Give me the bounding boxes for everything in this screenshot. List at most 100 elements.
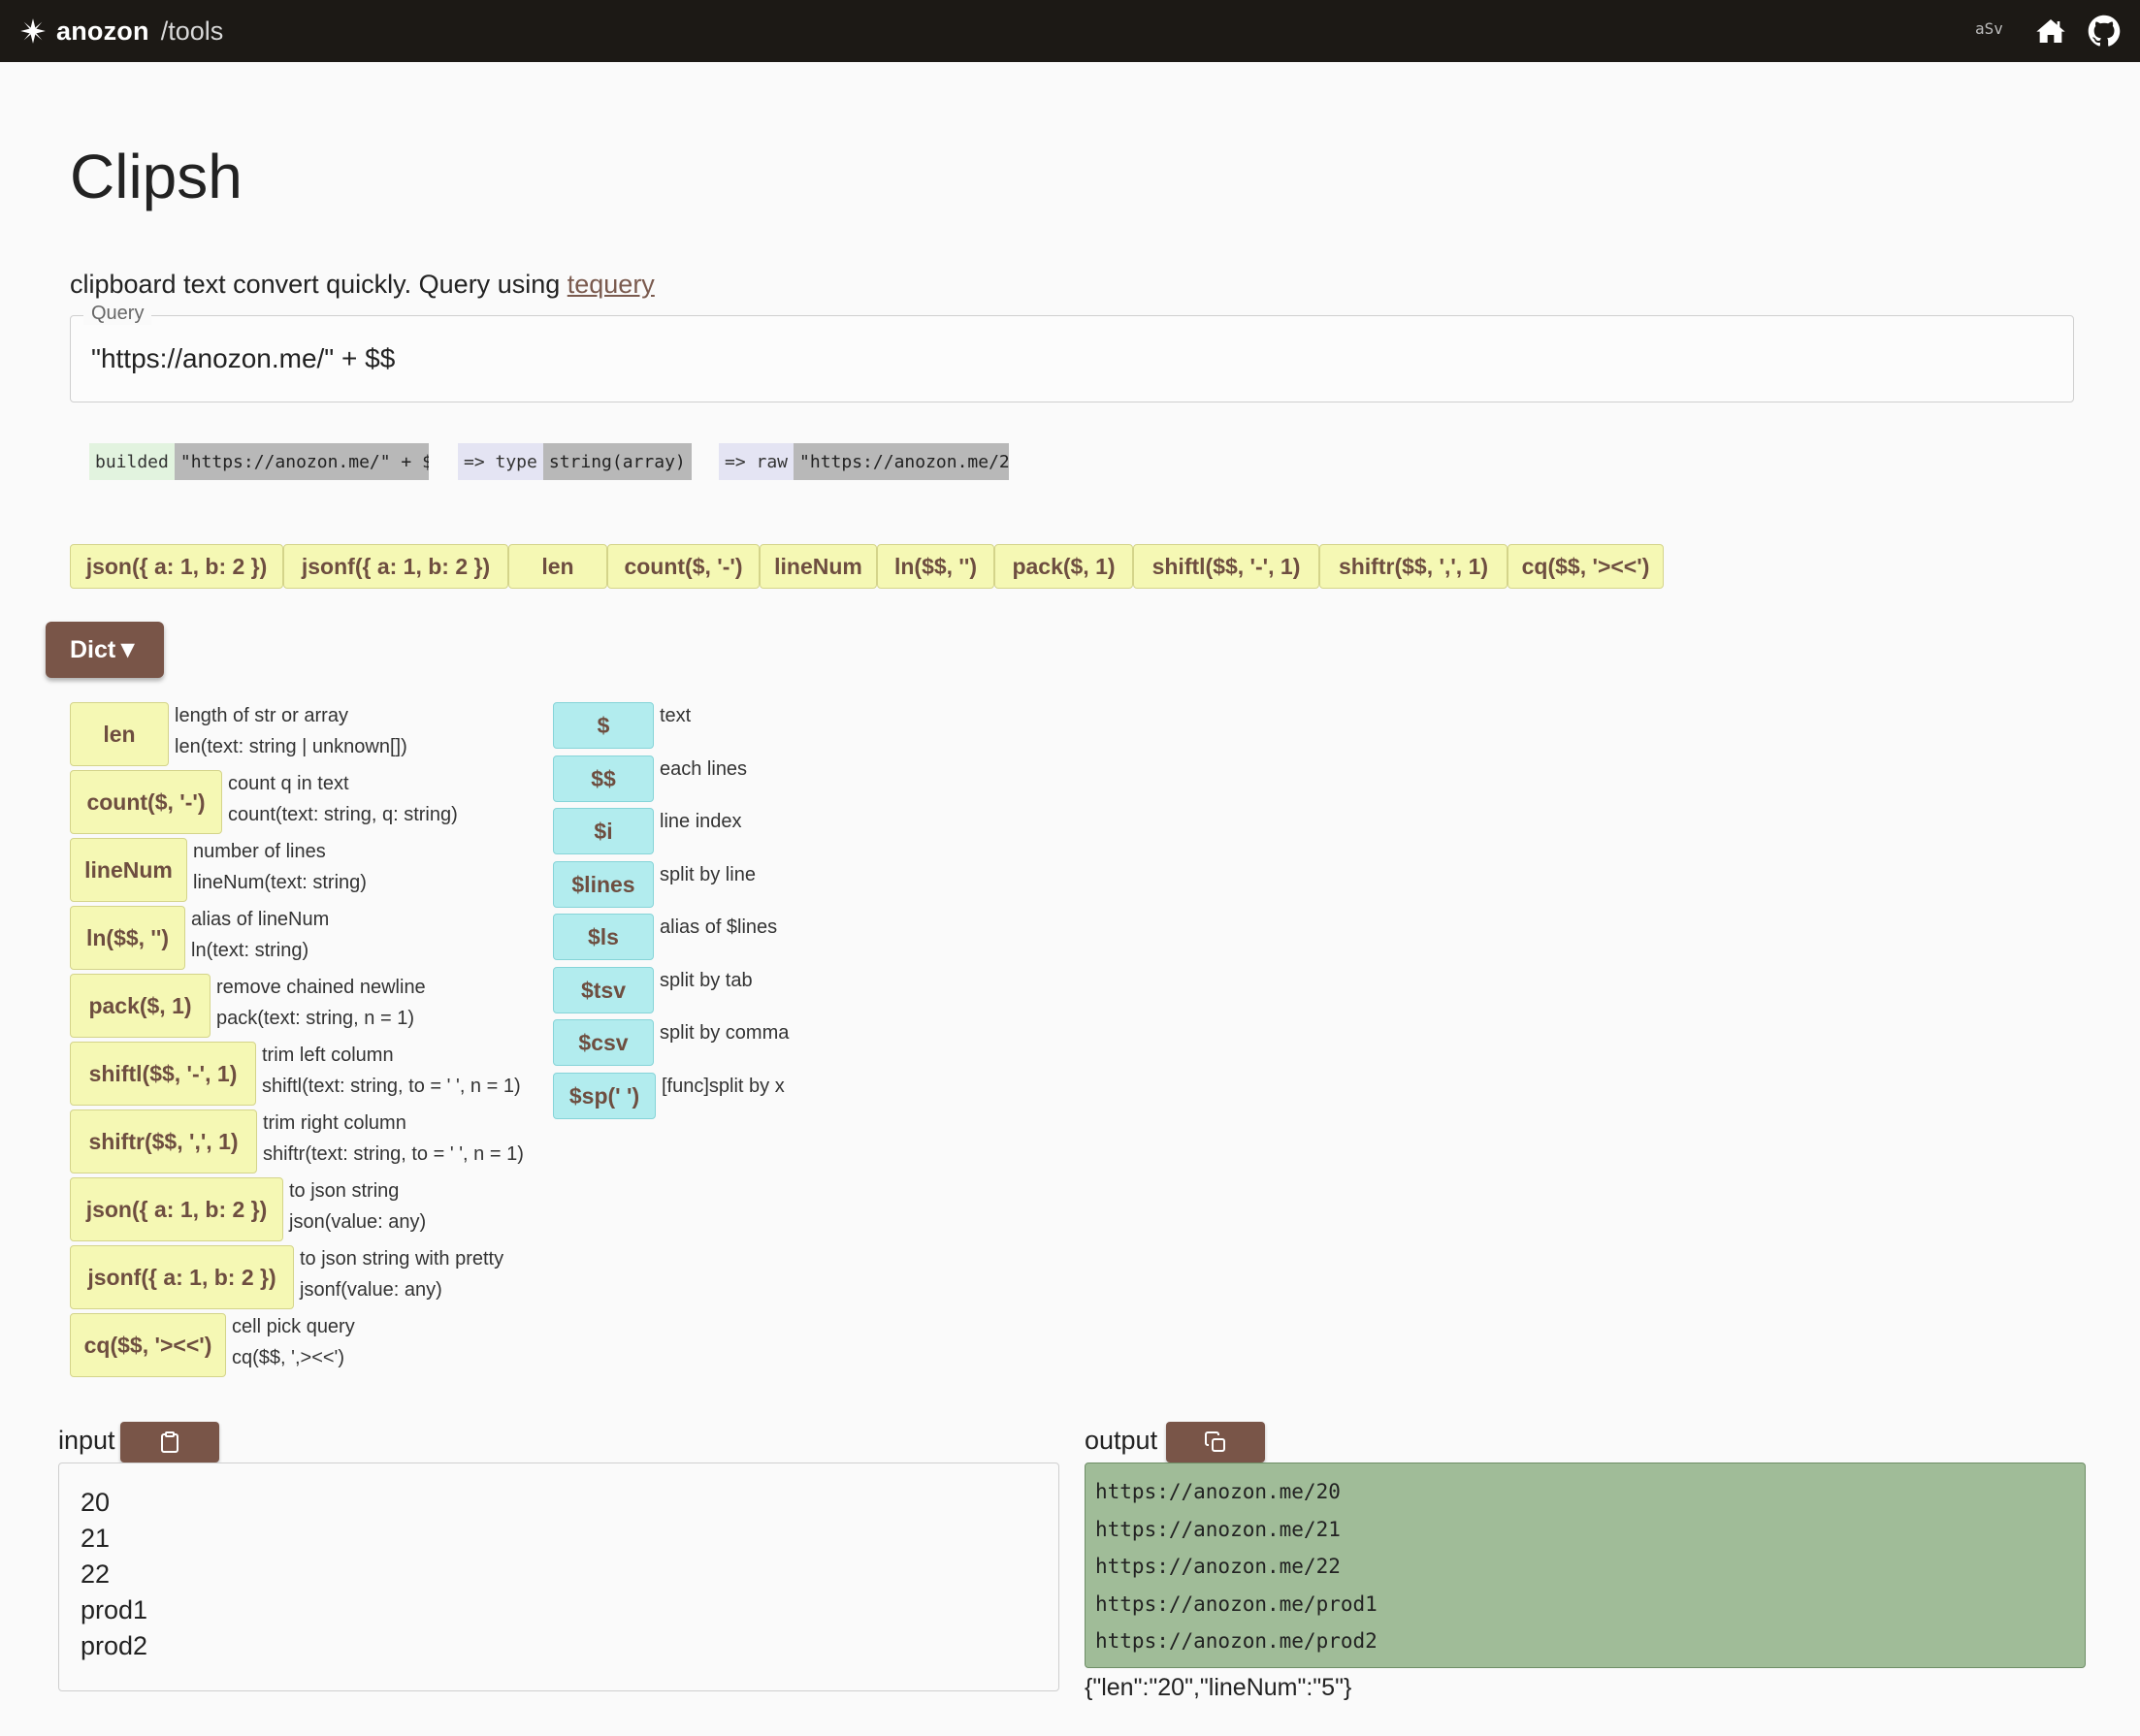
function-summary: trim right column bbox=[263, 1112, 406, 1134]
output-label: output bbox=[1085, 1426, 1158, 1455]
quick-button-shiftr[interactable]: shiftr($$, ',', 1) bbox=[1319, 544, 1508, 589]
dict-function-tag[interactable]: cq($$, '><<') bbox=[70, 1313, 226, 1377]
function-summary: alias of lineNum bbox=[191, 909, 330, 930]
function-signature: len(text: string | unknown[]) bbox=[175, 736, 407, 757]
dict-function-tag[interactable]: shiftl($$, '-', 1) bbox=[70, 1042, 256, 1106]
type-value: string(array) bbox=[542, 443, 692, 480]
paste-input-button[interactable] bbox=[120, 1422, 219, 1463]
function-signature: shiftr(text: string, to = ' ', n = 1) bbox=[263, 1143, 524, 1165]
dict-function-tag[interactable]: ln($$, '') bbox=[70, 906, 185, 970]
dict-function-tag[interactable]: len bbox=[70, 702, 169, 766]
dict-function-row: pack($, 1) remove chained newline pack(t… bbox=[70, 974, 426, 1038]
dict-function-row: cq($$, '><<') cell pick query cq($$, ',>… bbox=[70, 1313, 355, 1377]
function-signature: json(value: any) bbox=[289, 1211, 427, 1233]
quick-button-ln[interactable]: ln($$, '') bbox=[877, 544, 994, 589]
function-signature: jsonf(value: any) bbox=[300, 1279, 442, 1301]
dict-toggle-button[interactable]: Dict▼ bbox=[46, 622, 164, 678]
dict-function-row: jsonf({ a: 1, b: 2 }) to json string wit… bbox=[70, 1245, 503, 1309]
dict-variable-tag[interactable]: $csv bbox=[553, 1019, 654, 1066]
quick-button-shiftl[interactable]: shiftl($$, '-', 1) bbox=[1133, 544, 1319, 589]
function-signature: count(text: string, q: string) bbox=[228, 804, 458, 825]
dict-variable-tag[interactable]: $$ bbox=[553, 755, 654, 802]
dict-variable-description: alias of $lines bbox=[660, 916, 778, 938]
dict-function-tag[interactable]: shiftr($$, ',', 1) bbox=[70, 1109, 257, 1173]
dict-function-tag[interactable]: pack($, 1) bbox=[70, 974, 211, 1038]
dict-function-tag[interactable]: count($, '-') bbox=[70, 770, 222, 834]
dict-function-row: len length of str or array len(text: str… bbox=[70, 702, 407, 766]
intro-description: clipboard text convert quickly. Query us… bbox=[70, 270, 567, 299]
function-summary: cell pick query bbox=[232, 1316, 355, 1337]
github-icon[interactable] bbox=[2088, 15, 2121, 48]
output-meta: {"len":"20","lineNum":"5"} bbox=[1085, 1674, 1352, 1701]
dict-variable-row: $lines split by line bbox=[553, 861, 756, 908]
type-chip: => type string(array) bbox=[458, 443, 692, 480]
dict-function-tag[interactable]: jsonf({ a: 1, b: 2 }) bbox=[70, 1245, 294, 1309]
function-signature: lineNum(text: string) bbox=[193, 872, 367, 893]
dict-variable-description: split by line bbox=[660, 864, 756, 885]
dict-variable-row: $i line index bbox=[553, 808, 742, 854]
dict-function-description: number of lines lineNum(text: string) bbox=[193, 836, 367, 902]
dict-function-tag[interactable]: json({ a: 1, b: 2 }) bbox=[70, 1177, 283, 1241]
input-line: 20 bbox=[81, 1488, 111, 1517]
dict-function-tag[interactable]: lineNum bbox=[70, 838, 187, 902]
function-signature: shiftl(text: string, to = ' ', n = 1) bbox=[262, 1076, 521, 1097]
dict-variable-tag[interactable]: $ bbox=[553, 702, 654, 749]
input-line: 21 bbox=[81, 1524, 111, 1553]
function-summary: number of lines bbox=[193, 841, 326, 862]
dict-variable-description: split by comma bbox=[660, 1022, 790, 1044]
quick-button-len[interactable]: len bbox=[508, 544, 607, 589]
brand[interactable]: anozon /tools bbox=[19, 14, 223, 48]
query-legend: Query bbox=[83, 303, 152, 325]
dict-variable-row: $sp(' ') [func]split by x bbox=[553, 1073, 785, 1119]
function-signature: ln(text: string) bbox=[191, 940, 309, 961]
quick-button-pack[interactable]: pack($, 1) bbox=[994, 544, 1133, 589]
dict-variable-description: text bbox=[660, 705, 692, 726]
function-summary: trim left column bbox=[262, 1045, 394, 1066]
query-input[interactable] bbox=[91, 341, 2031, 376]
quick-button-jsonf[interactable]: jsonf({ a: 1, b: 2 }) bbox=[283, 544, 508, 589]
quick-button-count[interactable]: count($, '-') bbox=[607, 544, 760, 589]
intro-text: clipboard text convert quickly. Query us… bbox=[70, 270, 655, 300]
input-textarea[interactable]: 20 21 22 prod1 prod2 bbox=[58, 1463, 1059, 1691]
quick-button-cq[interactable]: cq($$, '><<') bbox=[1508, 544, 1664, 589]
dict-variable-description: each lines bbox=[660, 758, 748, 780]
brand-name: anozon bbox=[56, 16, 149, 46]
dict-function-description: to json string json(value: any) bbox=[289, 1175, 426, 1241]
output-line: https://anozon.me/22 bbox=[1095, 1555, 1341, 1578]
brand-path: /tools bbox=[160, 16, 224, 46]
input-line: prod2 bbox=[81, 1631, 148, 1660]
dict-variable-tag[interactable]: $sp(' ') bbox=[553, 1073, 656, 1119]
dict-variable-description: split by tab bbox=[660, 970, 753, 991]
dict-function-description: alias of lineNum ln(text: string) bbox=[191, 904, 329, 970]
copy-icon bbox=[1205, 1431, 1225, 1452]
dict-variable-tag[interactable]: $ls bbox=[553, 914, 654, 960]
builded-value: "https://anozon.me/" + $ bbox=[174, 443, 429, 480]
function-summary: count q in text bbox=[228, 773, 349, 794]
dict-variable-description: [func]split by x bbox=[662, 1076, 785, 1097]
raw-label: => raw bbox=[719, 443, 794, 480]
dict-function-row: lineNum number of lines lineNum(text: st… bbox=[70, 838, 367, 902]
dict-variable-tag[interactable]: $tsv bbox=[553, 967, 654, 1013]
function-summary: remove chained newline bbox=[216, 977, 426, 998]
dict-function-row: json({ a: 1, b: 2 }) to json string json… bbox=[70, 1177, 426, 1241]
input-line: 22 bbox=[81, 1559, 111, 1589]
dict-function-row: shiftr($$, ',', 1) trim right column shi… bbox=[70, 1109, 524, 1173]
dict-variable-tag[interactable]: $i bbox=[553, 808, 654, 854]
output-box[interactable]: https://anozon.me/20 https://anozon.me/2… bbox=[1085, 1463, 2086, 1668]
output-line: https://anozon.me/prod1 bbox=[1095, 1591, 1378, 1616]
home-icon[interactable] bbox=[2035, 16, 2066, 47]
dict-function-row: count($, '-') count q in text count(text… bbox=[70, 770, 458, 834]
dict-function-description: length of str or array len(text: string … bbox=[175, 700, 407, 766]
dict-variable-tag[interactable]: $lines bbox=[553, 861, 654, 908]
builded-label: builded bbox=[89, 443, 175, 480]
dict-function-description: cell pick query cq($$, ',><<') bbox=[232, 1311, 355, 1377]
type-label: => type bbox=[458, 443, 543, 480]
function-summary: length of str or array bbox=[175, 705, 348, 726]
tequery-link[interactable]: tequery bbox=[567, 270, 655, 299]
dict-variable-row: $tsv split by tab bbox=[553, 967, 753, 1013]
asv-link[interactable]: aSv bbox=[1975, 19, 2003, 38]
copy-output-button[interactable] bbox=[1166, 1422, 1265, 1463]
function-summary: to json string with pretty bbox=[300, 1248, 504, 1270]
quick-button-linenum[interactable]: lineNum bbox=[760, 544, 877, 589]
quick-button-json[interactable]: json({ a: 1, b: 2 }) bbox=[70, 544, 283, 589]
